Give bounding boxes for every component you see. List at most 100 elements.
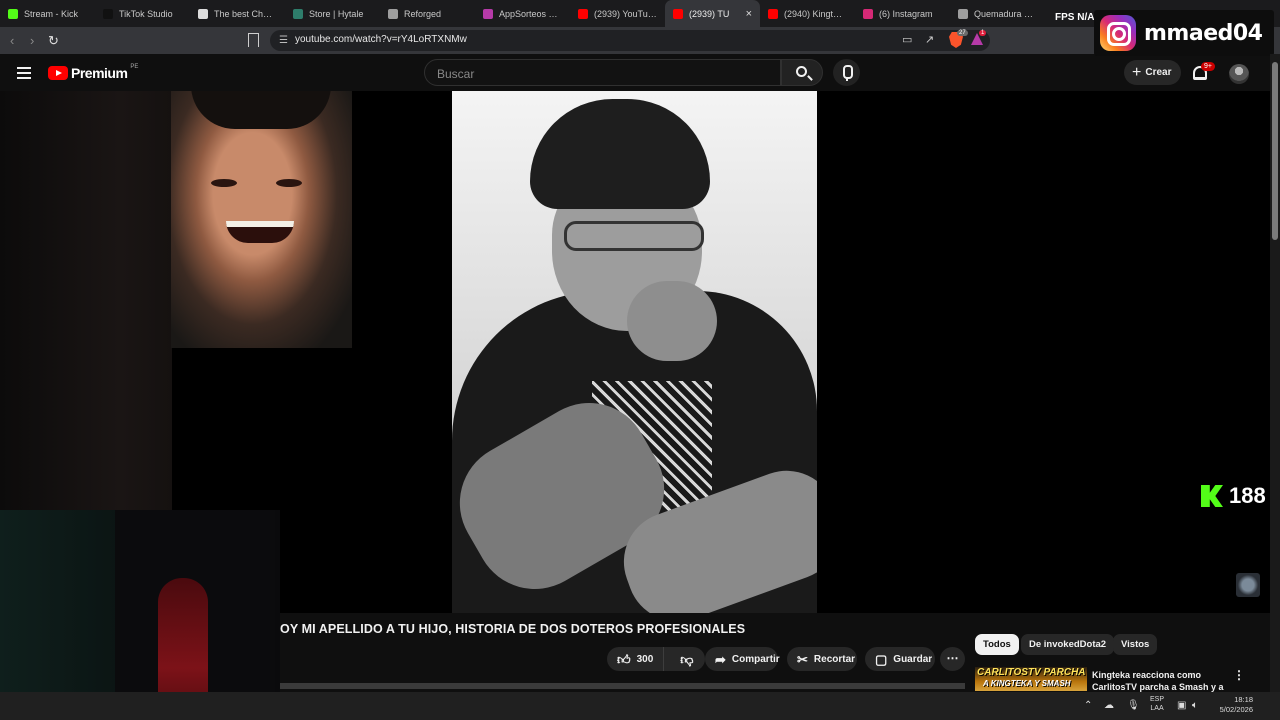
tab-favicon-icon (103, 8, 113, 19)
bookmark-icon[interactable] (248, 33, 259, 47)
browser-tab[interactable]: Quemadura de s (950, 0, 1045, 27)
region-code: PE (130, 64, 139, 70)
tab-close-icon[interactable]: × (746, 8, 752, 20)
scissors-icon: ✂ (797, 651, 808, 667)
video-frame-photo (452, 91, 817, 613)
reload-icon[interactable]: ↻ (48, 33, 59, 49)
tab-favicon-icon (768, 8, 778, 19)
cast-icon[interactable]: ▭ (902, 33, 912, 46)
kebab-menu-icon[interactable]: ⋮ (1233, 668, 1245, 682)
system-clock[interactable]: 18:18 5/02/2026 (1213, 695, 1253, 715)
tab-label: Quemadura de s (974, 8, 1037, 19)
like-count: 300 (636, 653, 654, 665)
plus-icon: + (1132, 63, 1142, 81)
voice-search-button[interactable] (833, 59, 860, 86)
tab-favicon-icon (388, 8, 398, 19)
browser-tab[interactable]: (2939) YouTube (570, 0, 665, 27)
video-title: OY MI APELLIDO A TU HIJO, HISTORIA DE DO… (280, 622, 746, 636)
tab-label: Store | Hytale (309, 8, 364, 19)
tab-favicon-icon (483, 8, 493, 19)
tab-favicon-icon (198, 8, 208, 19)
windows-taskbar: ⌃ ☁ 🎙︎ ESP LAA ▣ 🔈︎ 18:18 5/02/2026 (0, 692, 1280, 720)
menu-icon[interactable] (17, 67, 31, 79)
search-icon (796, 66, 807, 77)
kick-viewer-count: 188 (1229, 483, 1266, 508)
address-bar[interactable]: ☰ youtube.com/watch?v=rY4LoRTXNMw (270, 30, 990, 51)
volume-icon[interactable]: 🔈︎ (1192, 700, 1198, 711)
share-button[interactable]: ➦ Compartir (705, 647, 780, 671)
onedrive-icon[interactable]: ☁ (1104, 700, 1114, 711)
share-icon: ➦ (715, 651, 726, 667)
search-input[interactable] (435, 66, 765, 82)
tab-favicon-icon (863, 8, 873, 19)
streamer-webcam (0, 510, 280, 720)
tab-favicon-icon (293, 8, 303, 19)
page-scrollbar[interactable] (1270, 54, 1280, 692)
share-label: Compartir (731, 653, 780, 665)
browser-tab[interactable]: TikTok Studio (95, 0, 190, 27)
forward-icon[interactable]: › (30, 33, 34, 48)
notifications-badge: 9+ (1201, 62, 1215, 71)
bookmark-save-icon: ▢ (875, 651, 888, 667)
save-button[interactable]: ▢ Guardar (865, 647, 935, 671)
channel-watermark[interactable] (1236, 573, 1260, 597)
video-background-left (0, 91, 172, 511)
browser-tab[interactable]: (2939) TU × (665, 0, 760, 27)
network-icon[interactable]: ▣ (1177, 700, 1186, 711)
language-indicator[interactable]: ESP LAA (1150, 695, 1164, 713)
tab-label: Reforged (404, 8, 442, 19)
browser-tab[interactable]: Reforged (380, 0, 475, 27)
more-actions-icon[interactable]: ⋯ (940, 647, 965, 671)
instagram-handle: mmaed04 (1144, 20, 1263, 46)
kick-viewer-counter: 188 (1201, 483, 1266, 509)
chip-all[interactable]: Todos (975, 634, 1019, 655)
share-page-icon[interactable]: ↗ (925, 33, 934, 46)
tab-label: (2940) Kingteka (784, 8, 847, 19)
tray-chevron-icon[interactable]: ⌃ (1084, 700, 1092, 711)
browser-tab[interactable]: AppSorteos – Co (475, 0, 570, 27)
chip-from-channel[interactable]: De invokedDota2 (1021, 634, 1115, 655)
youtube-play-icon (48, 66, 68, 80)
youtube-logo-text: Premium (71, 65, 128, 81)
like-dislike-group: 👍︎ 300 👎︎ (607, 647, 705, 671)
tab-favicon-icon (8, 8, 18, 19)
tab-label: The best ChatBot (214, 8, 277, 19)
create-label: Crear (1145, 67, 1172, 78)
tab-label: TikTok Studio (119, 8, 173, 19)
dislike-button[interactable]: 👎︎ (670, 647, 703, 671)
browser-tab[interactable]: (6) Instagram (855, 0, 950, 27)
tab-label: (2939) TU (689, 8, 730, 19)
browser-tab[interactable]: Store | Hytale (285, 0, 380, 27)
kick-logo-icon (1201, 485, 1223, 507)
tab-label: (2939) YouTube (594, 8, 657, 19)
tab-label: (6) Instagram (879, 8, 933, 19)
recommendation-title[interactable]: Kingteka reacciona como CarlitosTV parch… (1092, 669, 1242, 693)
instagram-icon (1100, 15, 1136, 51)
browser-tab[interactable]: Stream - Kick (0, 0, 95, 27)
tab-favicon-icon (578, 8, 588, 19)
browser-tab[interactable]: (2940) Kingteka (760, 0, 855, 27)
chip-watched[interactable]: Vistos (1113, 634, 1158, 655)
instagram-overlay: mmaed04 (1094, 10, 1274, 56)
tab-favicon-icon (958, 8, 968, 19)
recommendation-thumbnail[interactable]: CARLITOSTV PARCHA A KINGTEKA Y SMASH (975, 667, 1087, 691)
like-button[interactable]: 👍︎ 300 (607, 647, 665, 671)
tab-label: AppSorteos – Co (499, 8, 562, 19)
clip-button[interactable]: ✂ Recortar (787, 647, 857, 671)
site-settings-icon[interactable]: ☰ (279, 35, 290, 46)
create-button[interactable]: + Crear (1124, 60, 1181, 85)
video-progress-bar[interactable] (280, 683, 965, 689)
fps-counter: FPS N/A (1055, 12, 1095, 23)
recommendation-item[interactable]: CARLITOSTV PARCHA A KINGTEKA Y SMASH Kin… (975, 667, 1265, 693)
microphone-icon[interactable]: 🎙︎ (1127, 700, 1140, 711)
back-icon[interactable]: ‹ (10, 33, 14, 48)
youtube-logo[interactable]: Premium PE (48, 64, 139, 81)
search-button[interactable] (781, 59, 823, 86)
thumbs-up-icon: 👍︎ (617, 651, 631, 667)
tab-label: Stream - Kick (24, 8, 79, 19)
clip-label: Recortar (813, 653, 856, 665)
browser-toolbar: ‹ › ↻ ☰ youtube.com/watch?v=rY4LoRTXNMw … (0, 27, 1280, 54)
account-avatar[interactable] (1229, 64, 1249, 84)
browser-tab[interactable]: The best ChatBot (190, 0, 285, 27)
brave-shields-badge: 27 (957, 30, 968, 36)
